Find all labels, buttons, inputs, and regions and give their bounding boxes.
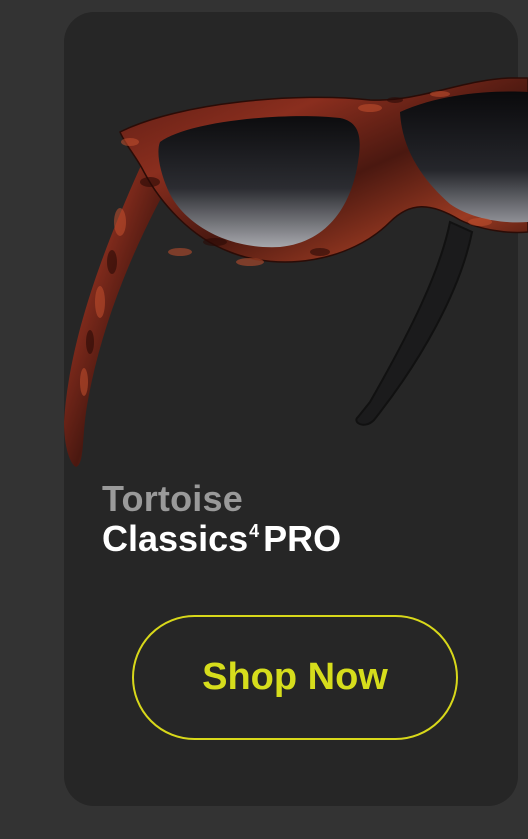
product-card[interactable]: Tortoise Classics4 PRO Shop Now [64,12,528,806]
product-title-suffix: PRO [263,518,342,559]
product-title: Classics4 PRO [102,518,341,560]
product-title-base: Classics [102,518,249,559]
sunglasses-image [40,72,528,472]
shop-now-button[interactable]: Shop Now [132,615,458,740]
product-color-label: Tortoise [102,478,243,519]
product-title-superscript: 4 [249,521,260,541]
